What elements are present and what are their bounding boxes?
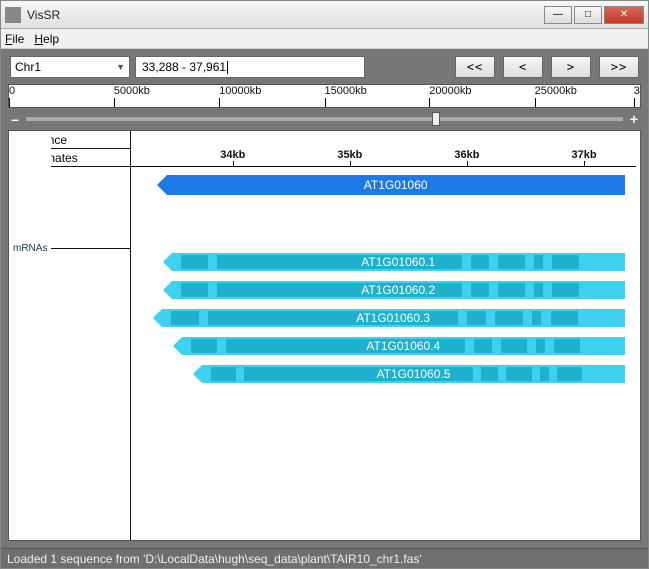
cds-segment [532, 311, 541, 325]
mrna-feature[interactable]: AT1G01060.4 [182, 337, 625, 355]
chromosome-selected-label: Chr1 [15, 60, 41, 74]
cds-segment [552, 255, 579, 269]
zoom-slider-row: – + [8, 108, 641, 130]
nav-prev-button[interactable]: < [503, 56, 543, 78]
track-labels-column: Sequence Coordinates Genes mRNAs [9, 131, 131, 540]
close-button[interactable]: ✕ [604, 6, 644, 24]
overview-ruler[interactable]: 0 5000kb 10000kb 15000kb 20000kb 25000kb 30 [8, 84, 641, 108]
cds-segment [534, 255, 543, 269]
coord-tick: 37kb [571, 149, 596, 161]
coordinate-ruler: 34kb 35kb 36kb 37kb [131, 149, 640, 167]
mrna-label: AT1G01060.2 [361, 283, 435, 297]
nav-last-button[interactable]: >> [599, 56, 639, 78]
content-area: Chr1 ▼ 33,288 - 37,961 << < > >> 0 5000kb… [1, 49, 648, 548]
mrna-label: AT1G01060.3 [356, 311, 430, 325]
overview-tick: 5000kb [114, 85, 150, 97]
cds-segment [534, 283, 543, 297]
zoom-slider-thumb[interactable] [432, 112, 440, 126]
zoom-slider-track[interactable] [26, 117, 623, 121]
nav-first-button[interactable]: << [455, 56, 495, 78]
tracks-panel: Sequence Coordinates Genes mRNAs 34kb 35k… [8, 130, 641, 541]
help-menu[interactable]: Help [34, 32, 59, 46]
menubar: File Help [1, 29, 648, 49]
text-caret [227, 61, 228, 74]
cds-segment [474, 339, 492, 353]
cds-segment [536, 339, 545, 353]
gene-arrow-left-icon [157, 175, 167, 195]
mrna-arrow-left-icon [193, 365, 202, 383]
coord-tick: 34kb [220, 149, 245, 161]
nav-next-button[interactable]: > [551, 56, 591, 78]
toolbar: Chr1 ▼ 33,288 - 37,961 << < > >> [8, 56, 641, 84]
coord-tick: 35kb [337, 149, 362, 161]
cds-segment [495, 311, 523, 325]
app-icon [5, 7, 21, 23]
gene-track: AT1G01060 [131, 175, 640, 199]
mrna-feature[interactable]: AT1G01060.3 [162, 309, 625, 327]
mrna-feature[interactable]: AT1G01060.1 [172, 253, 625, 271]
cds-segment [471, 255, 489, 269]
range-value: 33,288 - 37,961 [142, 60, 226, 74]
mrna-label: AT1G01060.5 [377, 367, 451, 381]
gene-feature[interactable]: AT1G01060 [167, 175, 625, 195]
cds-segment [506, 367, 531, 381]
cds-segment [498, 283, 525, 297]
cds-segment [181, 255, 208, 269]
coord-tick: 36kb [454, 149, 479, 161]
minimize-button[interactable]: — [544, 6, 572, 24]
mrna-feature[interactable]: AT1G01060.2 [172, 281, 625, 299]
cds-segment [501, 339, 528, 353]
mrna-arrow-left-icon [163, 253, 172, 271]
statusbar: Loaded 1 sequence from 'D:\LocalData\hug… [1, 548, 648, 568]
overview-tick: 0 [9, 85, 15, 97]
range-input[interactable]: 33,288 - 37,961 [135, 56, 365, 78]
cds-segment [498, 255, 525, 269]
mrna-label: AT1G01060.1 [361, 255, 435, 269]
titlebar: VisSR — □ ✕ [1, 1, 648, 29]
cds-segment [471, 283, 489, 297]
gene-label: AT1G01060 [364, 178, 428, 192]
zoom-out-button[interactable]: – [8, 111, 22, 127]
file-menu[interactable]: File [5, 32, 24, 46]
cds-segment [540, 367, 548, 381]
mrna-arrow-left-icon [173, 337, 182, 355]
overview-tick: 15000kb [325, 85, 367, 97]
window-title: VisSR [27, 8, 542, 22]
chromosome-select[interactable]: Chr1 ▼ [10, 56, 130, 78]
maximize-button[interactable]: □ [574, 6, 602, 24]
overview-tick: 20000kb [429, 85, 471, 97]
overview-tick: 25000kb [535, 85, 577, 97]
cds-segment [557, 367, 582, 381]
overview-tick: 10000kb [219, 85, 261, 97]
mrna-label: AT1G01060.4 [366, 339, 440, 353]
cds-segment [181, 283, 208, 297]
cds-segment [467, 311, 486, 325]
track-plot-area[interactable]: 34kb 35kb 36kb 37kb AT1G01060 AT1G01060.1 AT… [131, 131, 640, 540]
status-text: Loaded 1 sequence from 'D:\LocalData\hug… [7, 552, 422, 566]
cds-segment [481, 367, 498, 381]
mrna-arrow-left-icon [163, 281, 172, 299]
cds-segment [552, 283, 579, 297]
cds-segment [554, 339, 581, 353]
track-label-mrnas[interactable]: mRNAs [9, 131, 51, 366]
cds-segment [211, 367, 236, 381]
cds-segment [191, 339, 218, 353]
mrna-feature[interactable]: AT1G01060.5 [202, 365, 624, 383]
zoom-in-button[interactable]: + [627, 111, 641, 127]
overview-tick: 30 [634, 85, 641, 97]
chevron-down-icon: ▼ [116, 62, 125, 72]
mrna-arrow-left-icon [153, 309, 162, 327]
cds-segment [551, 311, 579, 325]
cds-segment [171, 311, 199, 325]
